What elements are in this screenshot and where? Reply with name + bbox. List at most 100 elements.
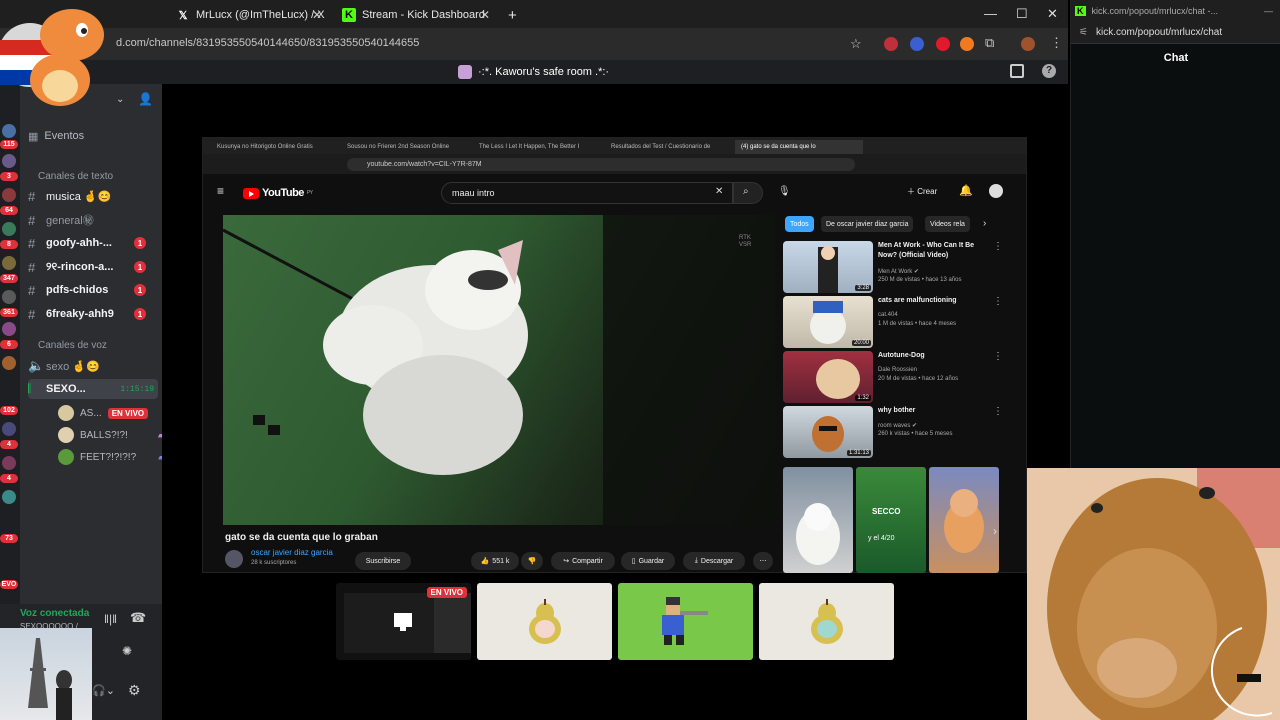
chip-related: Videos rela <box>925 216 970 232</box>
channel-goofy[interactable]: # goofy-ahh-... 1 <box>28 233 158 253</box>
participant-tile[interactable] <box>618 583 753 660</box>
voice-user[interactable]: AS... EN VIVO <box>58 404 149 422</box>
url-input[interactable]: d.com/channels/831953550540144650/831953… <box>116 37 419 49</box>
extensions-puzzle-icon[interactable]: ⧉ <box>985 35 994 51</box>
channel-freaky[interactable]: # 6freaky-ahh9 1 <box>28 304 158 324</box>
kick-logo-icon: K <box>342 8 356 22</box>
close-icon[interactable]: ✕ <box>312 8 322 22</box>
avatar <box>58 449 74 465</box>
like-button: 👍 551 k <box>471 552 519 570</box>
more-vert-icon: ⋮ <box>993 406 1003 417</box>
new-tab-button[interactable]: + <box>500 2 522 28</box>
channel-rincon[interactable]: # ୨୧-rincon-a... 1 <box>28 257 158 277</box>
tab-x[interactable]: 𝕏 MrLucx (@ImTheLucx) / X ✕ <box>168 2 330 28</box>
server-icon[interactable] <box>2 356 16 370</box>
minimize-icon[interactable]: — <box>1264 6 1273 16</box>
shared-tab: Kusunya no Hitorigoto Online Gratis <box>217 144 313 150</box>
rail-badge: 115 <box>0 140 18 149</box>
browser-menu-icon[interactable]: ⋮ <box>1050 35 1063 51</box>
video-thumbnail: 3:28 <box>783 241 873 293</box>
hash-icon: # <box>28 306 36 322</box>
hash-icon: # <box>28 259 36 275</box>
recommendation: 20:00 cats are malfunctioning cat.404 1 … <box>783 296 1003 348</box>
extension-icon-red[interactable] <box>884 37 898 51</box>
search-icon: ⌕ <box>733 182 763 204</box>
channel-pdfs[interactable]: # pdfs-chidos 1 <box>28 280 158 300</box>
chevron-down-icon[interactable]: ⌄ <box>116 94 124 105</box>
shared-tab: The Less I Let It Happen, The Better I <box>479 144 580 150</box>
video-player: RTK VSR <box>223 215 775 525</box>
channel-musica[interactable]: # musica 🤞😊 <box>28 186 158 206</box>
tab-kick[interactable]: K Stream - Kick Dashboard ✕ <box>334 2 498 28</box>
screen-share-window[interactable]: Kusunya no Hitorigoto Online Gratis Sous… <box>202 137 1027 573</box>
calendar-icon: ▦ <box>28 130 39 143</box>
video-thumbnail: 1:31:13 <box>783 406 873 458</box>
headset-icon[interactable]: 🎧⌄ <box>92 684 115 697</box>
rail-badge: 3 <box>0 172 18 181</box>
avatar <box>58 427 74 443</box>
server-icon[interactable] <box>2 322 16 336</box>
server-icon[interactable] <box>2 256 16 270</box>
more-vert-icon: ⋮ <box>993 296 1003 307</box>
extension-icon-opera[interactable] <box>936 37 950 51</box>
short-thumbnail: SECCO y el 4/20 <box>856 467 926 573</box>
notifications-icon: 🔔 <box>959 185 973 197</box>
voice-channel-active[interactable]: 𝄃 SEXO... 1:15:19 <box>28 379 158 399</box>
server-icon[interactable] <box>2 222 16 236</box>
server-icon[interactable] <box>2 456 16 470</box>
shared-tab: Sousou no Frieren 2nd Season Online <box>347 144 450 150</box>
unread-badge: 1 <box>134 308 146 320</box>
kick-url-row: ⚟ kick.com/popout/mrlucx/chat <box>1071 22 1280 44</box>
voice-user[interactable]: BALLS?!?! ▰ <box>58 426 165 444</box>
shared-url: youtube.com/watch?v=CIL-Y7R-87M <box>347 158 855 171</box>
inbox-icon[interactable] <box>1010 64 1024 78</box>
video-title: gato se da cuenta que lo graban <box>225 532 378 543</box>
extension-icon-orange[interactable] <box>960 37 974 51</box>
server-icon[interactable] <box>2 154 16 168</box>
server-icon[interactable] <box>2 124 16 138</box>
close-window-icon[interactable]: ✕ <box>1047 6 1058 22</box>
maximize-icon[interactable]: ☐ <box>1016 6 1028 22</box>
unread-badge: 1 <box>134 237 146 249</box>
voice-channel-sexo[interactable]: 🔈 sexo 🤞😊 <box>28 356 158 376</box>
channel-general[interactable]: # general㊙ <box>28 210 158 230</box>
voice-user[interactable]: FEET?!?!?!? ▰ <box>58 448 165 466</box>
settings-gear-icon[interactable]: ⚙ <box>128 682 141 699</box>
bookmark-star-icon[interactable]: ☆ <box>850 36 862 52</box>
participant-tile-screen[interactable]: EN VIVO <box>336 583 471 660</box>
voice-category[interactable]: Canales de voz <box>38 340 107 351</box>
video-thumbnail: 1:32 <box>783 351 873 403</box>
chip-all: Todos <box>785 216 814 232</box>
webcam-overlay <box>1027 468 1280 720</box>
server-icon[interactable] <box>2 490 16 504</box>
server-icon[interactable] <box>2 188 16 202</box>
more-vert-icon: ⋮ <box>993 241 1003 252</box>
events-item[interactable]: ▦ Eventos <box>28 126 158 146</box>
profile-avatar[interactable] <box>1021 37 1035 51</box>
participant-tile[interactable] <box>759 583 894 660</box>
download-icon: ⤓ <box>694 557 698 564</box>
avatar <box>989 184 1003 198</box>
soundboard-icon[interactable]: ✺ <box>122 644 132 658</box>
x-logo-icon: 𝕏 <box>178 9 188 22</box>
text-category[interactable]: Canales de texto <box>38 171 113 182</box>
mic-icon: 🎙 <box>778 186 791 197</box>
noise-icon[interactable]: ‖|‖ <box>104 612 117 626</box>
shared-tab: Resultados del Test / Cuestionario de <box>611 144 711 150</box>
participant-tile[interactable] <box>477 583 612 660</box>
share-icon: ↪ <box>563 558 570 565</box>
create-button: ＋ Crear <box>907 187 938 196</box>
channel-name: oscar javier diaz garcia <box>251 548 333 557</box>
tab-x-label: MrLucx (@ImTheLucx) / X <box>196 9 325 21</box>
add-member-icon[interactable]: 👤 <box>138 92 153 106</box>
extension-icon-blue[interactable] <box>910 37 924 51</box>
recommendation: 1:32 Autotune-Dog Dale Roossien 20 M de … <box>783 351 1003 403</box>
server-icon[interactable] <box>2 422 16 436</box>
chevron-right-icon: › <box>983 218 987 229</box>
help-icon[interactable]: ? <box>1042 64 1056 78</box>
minimize-icon[interactable]: — <box>984 6 997 21</box>
close-icon[interactable]: ✕ <box>480 8 490 22</box>
disconnect-icon[interactable]: ☎ <box>130 610 146 626</box>
server-icon[interactable] <box>2 290 16 304</box>
youtube-search: maau intro <box>441 182 733 204</box>
